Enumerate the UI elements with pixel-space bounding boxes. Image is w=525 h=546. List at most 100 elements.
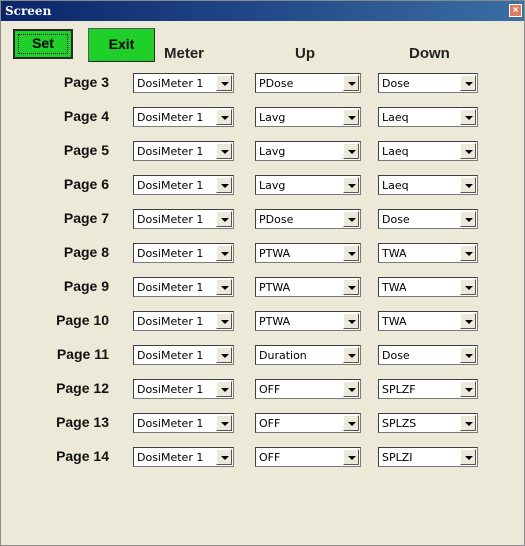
- down-select-value: Laeq: [382, 111, 409, 124]
- page-label: Page 5: [63, 142, 109, 158]
- screen-window: Screen × Set Exit Meter Up Down Page 3 Do…: [0, 0, 525, 546]
- meter-select[interactable]: DosiMeter 1: [133, 243, 234, 263]
- meter-select[interactable]: DosiMeter 1: [133, 209, 234, 229]
- down-select[interactable]: Dose: [378, 345, 478, 365]
- meter-select[interactable]: DosiMeter 1: [133, 379, 234, 399]
- down-select[interactable]: Dose: [378, 73, 478, 93]
- dropdown-arrow-icon[interactable]: [460, 279, 476, 295]
- dropdown-arrow-icon[interactable]: [460, 449, 476, 465]
- dropdown-arrow-icon[interactable]: [460, 109, 476, 125]
- dropdown-arrow-icon[interactable]: [216, 415, 232, 431]
- meter-select[interactable]: DosiMeter 1: [133, 277, 234, 297]
- dropdown-arrow-icon[interactable]: [216, 279, 232, 295]
- down-select[interactable]: Dose: [378, 209, 478, 229]
- meter-select[interactable]: DosiMeter 1: [133, 345, 234, 365]
- down-select[interactable]: SPLZS: [378, 413, 478, 433]
- up-select-value: Duration: [259, 349, 307, 362]
- up-select[interactable]: OFF: [255, 447, 361, 467]
- dropdown-arrow-icon[interactable]: [343, 109, 359, 125]
- dropdown-arrow-icon[interactable]: [460, 245, 476, 261]
- exit-button[interactable]: Exit: [88, 28, 155, 62]
- down-select-value: Dose: [382, 349, 410, 362]
- up-select[interactable]: OFF: [255, 413, 361, 433]
- dropdown-arrow-icon[interactable]: [343, 75, 359, 91]
- dropdown-arrow-icon[interactable]: [460, 143, 476, 159]
- up-select[interactable]: Lavg: [255, 175, 361, 195]
- up-select[interactable]: PTWA: [255, 277, 361, 297]
- down-select[interactable]: SPLZF: [378, 379, 478, 399]
- down-select-value: SPLZS: [382, 417, 417, 430]
- up-select[interactable]: Duration: [255, 345, 361, 365]
- up-select[interactable]: PDose: [255, 73, 361, 93]
- down-select[interactable]: SPLZI: [378, 447, 478, 467]
- set-button[interactable]: Set: [13, 29, 73, 59]
- dropdown-arrow-icon[interactable]: [343, 381, 359, 397]
- page-label: Page 10: [56, 312, 109, 328]
- up-select[interactable]: PDose: [255, 209, 361, 229]
- meter-select[interactable]: DosiMeter 1: [133, 413, 234, 433]
- dropdown-arrow-icon[interactable]: [343, 415, 359, 431]
- dropdown-arrow-icon[interactable]: [216, 211, 232, 227]
- dropdown-arrow-icon[interactable]: [460, 177, 476, 193]
- meter-select[interactable]: DosiMeter 1: [133, 447, 234, 467]
- page-label: Page 12: [56, 380, 109, 396]
- up-select[interactable]: PTWA: [255, 243, 361, 263]
- dropdown-arrow-icon[interactable]: [216, 143, 232, 159]
- meter-select[interactable]: DosiMeter 1: [133, 73, 234, 93]
- up-select[interactable]: Lavg: [255, 141, 361, 161]
- down-select[interactable]: TWA: [378, 311, 478, 331]
- up-select-value: OFF: [259, 417, 281, 430]
- dropdown-arrow-icon[interactable]: [216, 347, 232, 363]
- up-select-value: Lavg: [259, 179, 286, 192]
- dropdown-arrow-icon[interactable]: [460, 211, 476, 227]
- up-select-value: Lavg: [259, 111, 286, 124]
- down-select[interactable]: Laeq: [378, 107, 478, 127]
- page-label: Page 4: [63, 108, 109, 124]
- up-select[interactable]: Lavg: [255, 107, 361, 127]
- dropdown-arrow-icon[interactable]: [343, 279, 359, 295]
- up-select-value: PTWA: [259, 247, 291, 260]
- dropdown-arrow-icon[interactable]: [216, 381, 232, 397]
- dropdown-arrow-icon[interactable]: [343, 347, 359, 363]
- dropdown-arrow-icon[interactable]: [343, 211, 359, 227]
- dropdown-arrow-icon[interactable]: [343, 177, 359, 193]
- dropdown-arrow-icon[interactable]: [343, 143, 359, 159]
- down-select-value: Laeq: [382, 145, 409, 158]
- dropdown-arrow-icon[interactable]: [343, 449, 359, 465]
- dropdown-arrow-icon[interactable]: [216, 109, 232, 125]
- page-label: Page 6: [63, 176, 109, 192]
- close-button[interactable]: ×: [509, 4, 522, 17]
- down-select[interactable]: Laeq: [378, 141, 478, 161]
- meter-select[interactable]: DosiMeter 1: [133, 141, 234, 161]
- dropdown-arrow-icon[interactable]: [216, 245, 232, 261]
- dropdown-arrow-icon[interactable]: [216, 449, 232, 465]
- down-select[interactable]: Laeq: [378, 175, 478, 195]
- meter-select[interactable]: DosiMeter 1: [133, 107, 234, 127]
- down-select-value: Dose: [382, 77, 410, 90]
- dropdown-arrow-icon[interactable]: [216, 313, 232, 329]
- down-select-value: SPLZI: [382, 451, 413, 464]
- dropdown-arrow-icon[interactable]: [343, 245, 359, 261]
- up-select[interactable]: OFF: [255, 379, 361, 399]
- meter-select[interactable]: DosiMeter 1: [133, 311, 234, 331]
- meter-select-value: DosiMeter 1: [137, 315, 204, 328]
- down-select-value: Dose: [382, 213, 410, 226]
- dropdown-arrow-icon[interactable]: [460, 347, 476, 363]
- up-select-value: PDose: [259, 77, 294, 90]
- down-select[interactable]: TWA: [378, 243, 478, 263]
- dropdown-arrow-icon[interactable]: [460, 415, 476, 431]
- meter-select-value: DosiMeter 1: [137, 451, 204, 464]
- up-select[interactable]: PTWA: [255, 311, 361, 331]
- dropdown-arrow-icon[interactable]: [460, 381, 476, 397]
- dropdown-arrow-icon[interactable]: [216, 177, 232, 193]
- meter-select-value: DosiMeter 1: [137, 213, 204, 226]
- dropdown-arrow-icon[interactable]: [460, 313, 476, 329]
- page-label: Page 8: [63, 244, 109, 260]
- meter-select-value: DosiMeter 1: [137, 77, 204, 90]
- dropdown-arrow-icon[interactable]: [216, 75, 232, 91]
- down-select[interactable]: TWA: [378, 277, 478, 297]
- dropdown-arrow-icon[interactable]: [460, 75, 476, 91]
- meter-select[interactable]: DosiMeter 1: [133, 175, 234, 195]
- down-select-value: TWA: [382, 247, 407, 260]
- dropdown-arrow-icon[interactable]: [343, 313, 359, 329]
